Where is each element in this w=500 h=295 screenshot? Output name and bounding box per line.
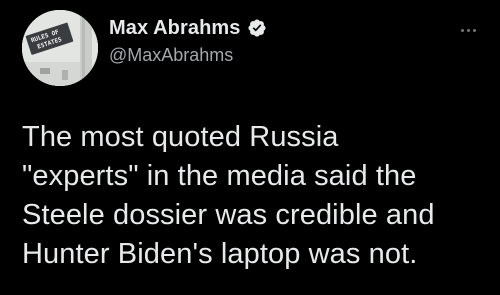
tweet-text-line: "experts" in the media said the bbox=[22, 160, 417, 192]
author-display-name[interactable]: Max Abrahms bbox=[109, 17, 241, 40]
tweet-text-line: Steele dossier was credible and bbox=[22, 199, 435, 231]
verified-badge-icon bbox=[247, 18, 267, 38]
more-dot bbox=[466, 28, 470, 32]
more-options-icon[interactable] bbox=[454, 18, 482, 42]
avatar[interactable]: RULES OF ESTATES bbox=[22, 10, 98, 86]
tweet-card: RULES OF ESTATES Max Abrahms @MaxAbrahms… bbox=[0, 0, 500, 295]
author-handle[interactable]: @MaxAbrahms bbox=[109, 45, 233, 66]
author-name-row[interactable]: Max Abrahms bbox=[109, 15, 267, 41]
tweet-text-line: The most quoted Russia bbox=[22, 121, 339, 153]
tweet-text: The most quoted Russia "experts" in the … bbox=[22, 118, 492, 274]
avatar-image: RULES OF ESTATES bbox=[22, 10, 98, 86]
more-dot bbox=[460, 28, 464, 32]
more-dot bbox=[472, 28, 476, 32]
tweet-text-line: Hunter Biden's laptop was not. bbox=[22, 238, 418, 270]
